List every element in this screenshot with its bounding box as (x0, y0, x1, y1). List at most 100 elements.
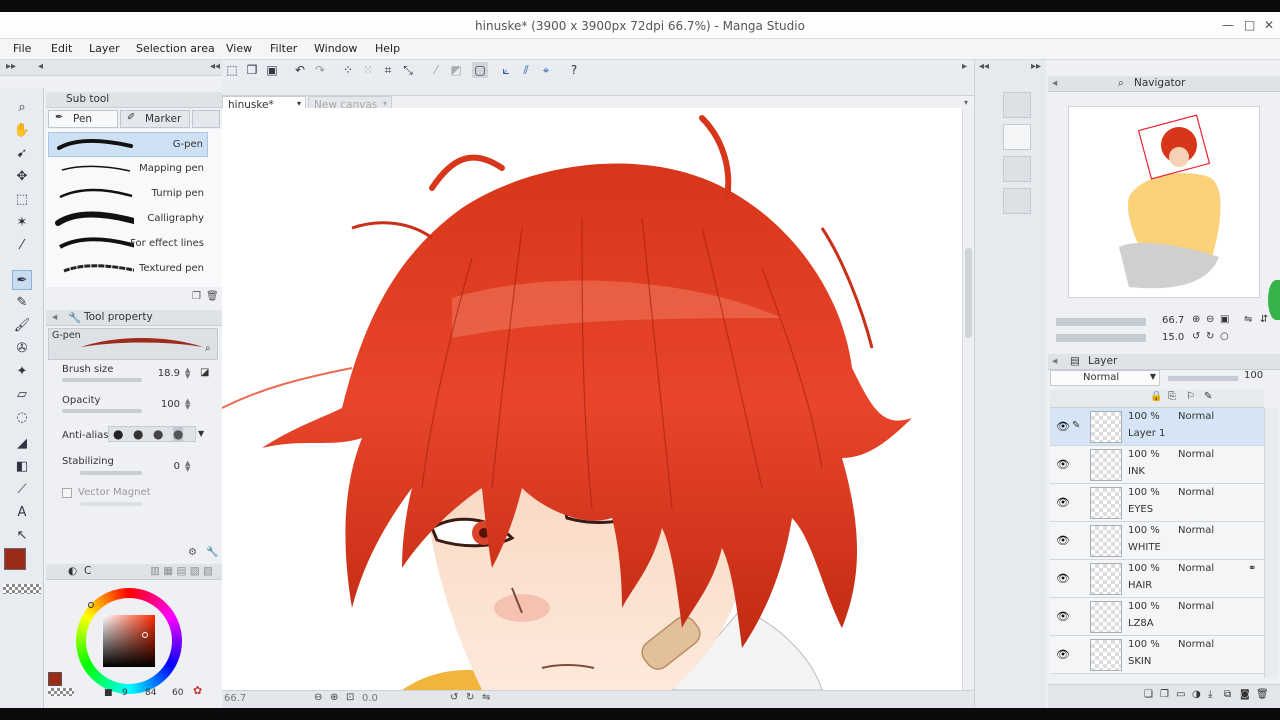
collapse-icon[interactable]: ◂ (1052, 355, 1057, 367)
vector-magnet-checkbox[interactable] (62, 488, 72, 498)
menu-file[interactable]: File (13, 42, 31, 55)
close-tab-icon[interactable]: ▾ (383, 99, 387, 108)
collapse-icon[interactable]: ◂ (1052, 77, 1057, 89)
fit-icon[interactable]: ▣ (1220, 314, 1229, 325)
airbrush-icon[interactable]: ✇ (12, 339, 32, 359)
stabilizing-slider[interactable] (80, 471, 142, 475)
mask-icon[interactable]: ⚭ (1248, 563, 1256, 574)
menu-window[interactable]: Window (314, 42, 357, 55)
collapse-left-icon[interactable]: ▸▸ (6, 61, 16, 72)
status-rotation[interactable]: 0.0 (362, 693, 378, 704)
settings-icon[interactable]: ⚙ (188, 547, 197, 558)
eye-icon[interactable]: 👁 (1056, 610, 1070, 623)
layer-scrollbar[interactable] (1264, 408, 1278, 678)
hue-cursor[interactable] (88, 602, 94, 608)
special-ruler-icon[interactable]: ⫽ (518, 62, 534, 78)
antialias-medium-icon[interactable]: ● (153, 427, 163, 441)
magnifier-icon[interactable]: ⌕ (12, 98, 32, 118)
brush-calligraphy[interactable]: Calligraphy (48, 207, 208, 232)
color-picker-cursor[interactable] (142, 632, 148, 638)
brush-size-stepper[interactable]: ▲ ▼ (185, 367, 190, 380)
brush-effect-lines[interactable]: For effect lines (48, 232, 208, 257)
stabilizing-value[interactable]: 0 (154, 461, 180, 472)
brush-size-slider[interactable] (62, 378, 142, 382)
collapse-icon[interactable]: ◂◂ (979, 61, 989, 72)
pen-tool-icon[interactable]: ✒ (12, 270, 32, 290)
layer-row[interactable]: 👁 100 % Normal SKIN (1050, 636, 1264, 674)
correct-line-icon[interactable]: ↖ (12, 526, 32, 546)
chevron-down-icon[interactable]: ▾ (964, 98, 968, 107)
tab-marker[interactable]: ✐ Marker (120, 110, 190, 128)
vertical-scrollbar[interactable] (962, 108, 974, 690)
rotate-left-icon[interactable]: ↺ (450, 692, 458, 703)
zoom-out-icon[interactable]: ⊖ (314, 692, 322, 703)
menu-layer[interactable]: Layer (89, 42, 120, 55)
new-raster-layer-icon[interactable]: ❏ (1144, 689, 1153, 700)
tab-empty[interactable] (192, 110, 220, 128)
layer-row[interactable]: 👁 ✎ 100 % Normal Layer 1 (1050, 408, 1264, 446)
navigator-preview[interactable] (1068, 106, 1260, 298)
color-mixer-icon[interactable]: ✿ (193, 684, 202, 697)
delete-layer-icon[interactable]: 🗑 (1256, 689, 1269, 700)
zoom-out-icon[interactable]: ⊖ (1206, 314, 1214, 325)
rotate-right-icon[interactable]: ↻ (1206, 331, 1214, 342)
eye-icon[interactable]: 👁 (1056, 534, 1070, 547)
move-layer-icon[interactable]: ✥ (12, 167, 32, 187)
crop-icon[interactable]: ⌗ (380, 62, 396, 78)
main-color-chip[interactable] (48, 672, 62, 686)
flip-horizontal-icon[interactable]: ⇋ (1244, 314, 1252, 325)
figure-icon[interactable]: ⟋ (12, 480, 32, 500)
menu-help[interactable]: Help (375, 42, 400, 55)
auto-select-icon[interactable]: ✶ (12, 213, 32, 233)
fit-icon[interactable]: ⊡ (346, 692, 354, 703)
undo-icon[interactable]: ↶ (292, 62, 308, 78)
menu-selection-area[interactable]: Selection area (136, 42, 215, 55)
fill-selection-icon[interactable]: ◩ (448, 62, 464, 78)
close-button[interactable]: ✕ (1264, 18, 1274, 32)
collapse-icon[interactable]: ◂ (38, 61, 43, 72)
new-folder-icon[interactable]: ▭ (1176, 689, 1185, 700)
transparent-color-icon[interactable] (3, 584, 41, 594)
wrench-icon[interactable]: 🔧 (206, 547, 218, 558)
new-correction-layer-icon[interactable]: ◑ (1192, 689, 1201, 700)
lock-icon[interactable]: 🔒 (1150, 391, 1162, 402)
opacity-slider[interactable] (62, 409, 142, 413)
delete-subtool-icon[interactable]: 🗑 (206, 291, 219, 302)
merge-icon[interactable]: ⧉ (1224, 689, 1231, 700)
eyedropper-icon[interactable]: ⁄ (12, 236, 32, 256)
brush-turnip-pen[interactable]: Turnip pen (48, 182, 208, 207)
open-icon[interactable]: ❐ (244, 62, 260, 78)
eye-icon[interactable]: 👁 (1056, 572, 1070, 585)
flip-icon[interactable]: ⇋ (482, 692, 490, 703)
history-icon[interactable] (1003, 156, 1031, 182)
eye-icon[interactable]: 👁 (1056, 648, 1070, 661)
pencil-icon[interactable]: ✎ (12, 293, 32, 313)
zoom-in-icon[interactable]: ⊕ (330, 692, 338, 703)
maximize-button[interactable]: □ (1244, 18, 1255, 32)
close-tab-icon[interactable]: ▾ (297, 99, 301, 108)
antialias-selector[interactable]: ● ● ● ● (108, 426, 196, 442)
save-icon[interactable]: ▣ (264, 62, 280, 78)
side-tab-icon[interactable] (1268, 280, 1280, 320)
help-icon[interactable]: ? (566, 62, 582, 78)
expand-icon[interactable]: ▸▸ (1031, 61, 1041, 72)
brush-size-value[interactable]: 18.9 (154, 368, 180, 379)
color-tab-label[interactable]: C (84, 565, 91, 577)
layer-row[interactable]: 👁 100 % Normal INK (1050, 446, 1264, 484)
rotate-right-icon[interactable]: ↻ (466, 692, 474, 703)
layer-opacity-value[interactable]: 100 (1244, 370, 1263, 381)
eye-icon[interactable]: 👁 (1056, 420, 1070, 433)
navigator-rotate-slider[interactable] (1056, 334, 1146, 342)
menu-filter[interactable]: Filter (270, 42, 297, 55)
navigator-angle-value[interactable]: 15.0 (1162, 332, 1184, 343)
layer-property-icon[interactable] (1003, 124, 1031, 150)
snap-icon[interactable]: ▢ (472, 62, 488, 78)
operation-icon[interactable]: ➹ (12, 144, 32, 164)
tab-pen[interactable]: ✒ Pen (48, 110, 118, 128)
deselect-icon[interactable]: ⁙ (360, 62, 376, 78)
clip-icon[interactable]: ⎘ (1168, 391, 1176, 402)
material-icon[interactable] (1003, 92, 1031, 118)
blend-mode-select[interactable]: Normal ▼ (1050, 370, 1160, 386)
redo-icon[interactable]: ↷ (312, 62, 328, 78)
transform-icon[interactable]: ⤡ (400, 62, 416, 78)
